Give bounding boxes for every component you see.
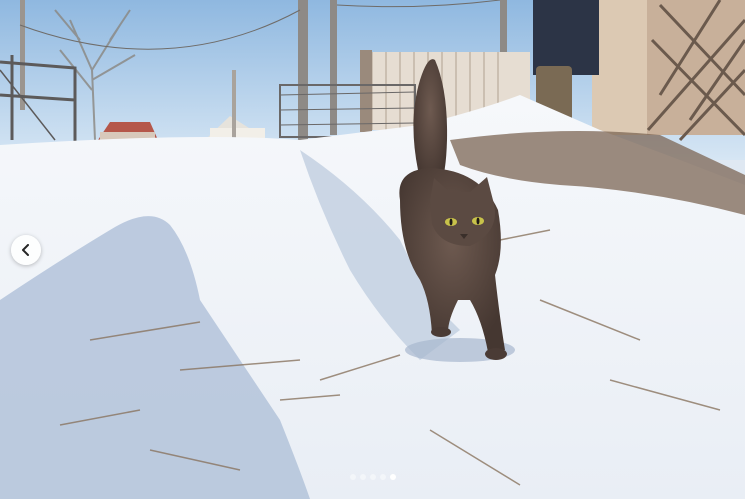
barn-wall [592, 0, 745, 142]
cat-paw [431, 327, 451, 337]
previous-slide-button[interactable] [11, 235, 41, 265]
carousel-dots [0, 474, 745, 480]
utility-pole [298, 0, 308, 140]
chevron-left-icon [22, 244, 29, 256]
carousel-dot-active[interactable] [389, 474, 396, 480]
photo-cat-in-snow [0, 0, 745, 499]
image-viewer [0, 0, 745, 499]
carousel-dot[interactable] [369, 474, 376, 480]
carousel-dot[interactable] [359, 474, 366, 480]
carousel-dot[interactable] [379, 474, 386, 480]
utility-pole [330, 0, 337, 135]
carousel-dot[interactable] [349, 474, 356, 480]
cat-paw [485, 348, 507, 360]
